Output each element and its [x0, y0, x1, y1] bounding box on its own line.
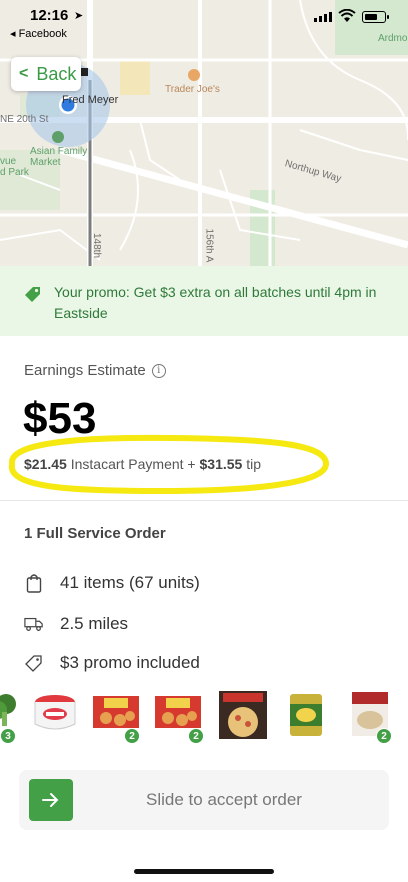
earnings-estimate-text: Earnings Estimate	[24, 362, 146, 379]
distance-text: 2.5 miles	[60, 614, 129, 633]
map-label-trader-joes: Trader Joe's	[165, 84, 220, 95]
back-button-label: Back	[36, 63, 77, 84]
quantity-badge: 3	[0, 728, 16, 744]
thumbnail-ramen-bowl[interactable]: 2	[350, 690, 398, 744]
thumbnail-canned-corn[interactable]	[286, 690, 334, 742]
quantity-badge: 2	[188, 728, 204, 744]
items-row: 41 items (67 units)	[24, 573, 200, 593]
promo-banner: Your promo: Get $3 extra on all batches …	[0, 266, 408, 336]
slide-label: Slide to accept order	[146, 790, 302, 809]
tip-label: tip	[242, 456, 262, 472]
truck-icon	[24, 614, 44, 634]
order-title: 1 Full Service Order	[24, 525, 166, 542]
chevron-left-icon: <	[19, 65, 29, 82]
thumbnail-pizza-rolls-1[interactable]: 2	[92, 690, 140, 744]
map-label-156th: 156th A	[203, 228, 215, 263]
quantity-badge: 2	[124, 728, 140, 744]
earnings-estimate-label: Earnings Estimate i	[24, 362, 166, 379]
items-count: 41 items (67 units)	[60, 573, 200, 592]
thumbnail-red-baron-pizza[interactable]	[218, 690, 267, 742]
thumbnail-broccoli[interactable]: 3	[0, 690, 26, 744]
divider	[0, 500, 408, 501]
promo-tag-icon	[24, 653, 44, 673]
status-time: 12:16	[30, 7, 69, 24]
back-to-app-link[interactable]: ◂ Facebook	[10, 27, 67, 40]
signal-icon	[314, 12, 332, 22]
map-label-park: vue d Park	[0, 156, 29, 178]
promo-included-row: $3 promo included	[24, 653, 200, 673]
location-arrow-icon: ➤	[74, 10, 84, 22]
instacart-payment-amount: $21.45	[24, 456, 67, 472]
slide-to-accept[interactable]: Slide to accept order	[19, 770, 389, 830]
home-indicator	[134, 869, 274, 874]
map-label-fred-meyer: Fred Meyer	[62, 94, 119, 106]
tip-amount: $31.55	[199, 456, 243, 472]
shopping-bag-icon	[24, 573, 44, 593]
wifi-icon	[338, 9, 356, 22]
quantity-badge: 2	[376, 728, 392, 744]
earnings-breakdown: $21.45 Instacart Payment + $31.55 tip	[24, 456, 261, 472]
map-label-asian-family-market: Asian Family Market	[30, 146, 88, 168]
back-button[interactable]: < Back	[11, 57, 81, 91]
tag-icon	[25, 287, 40, 302]
map-label-148th: 148th	[91, 232, 103, 259]
item-thumbnails[interactable]: 3 2 2 2	[0, 690, 408, 750]
battery-icon	[362, 11, 389, 23]
thumbnail-sour-cream[interactable]	[32, 690, 80, 742]
instacart-payment-label: Instacart Payment +	[66, 456, 200, 472]
promo-included-text: $3 promo included	[60, 653, 200, 672]
map-label-ne-20th: NE 20th St	[0, 114, 49, 125]
status-bar: 12:16 ➤ ◂ Facebook	[0, 0, 408, 44]
thumbnail-pizza-rolls-2[interactable]: 2	[154, 690, 204, 744]
info-icon[interactable]: i	[151, 363, 166, 378]
distance-row: 2.5 miles	[24, 614, 128, 634]
promo-text: Your promo: Get $3 extra on all batches …	[54, 284, 377, 321]
